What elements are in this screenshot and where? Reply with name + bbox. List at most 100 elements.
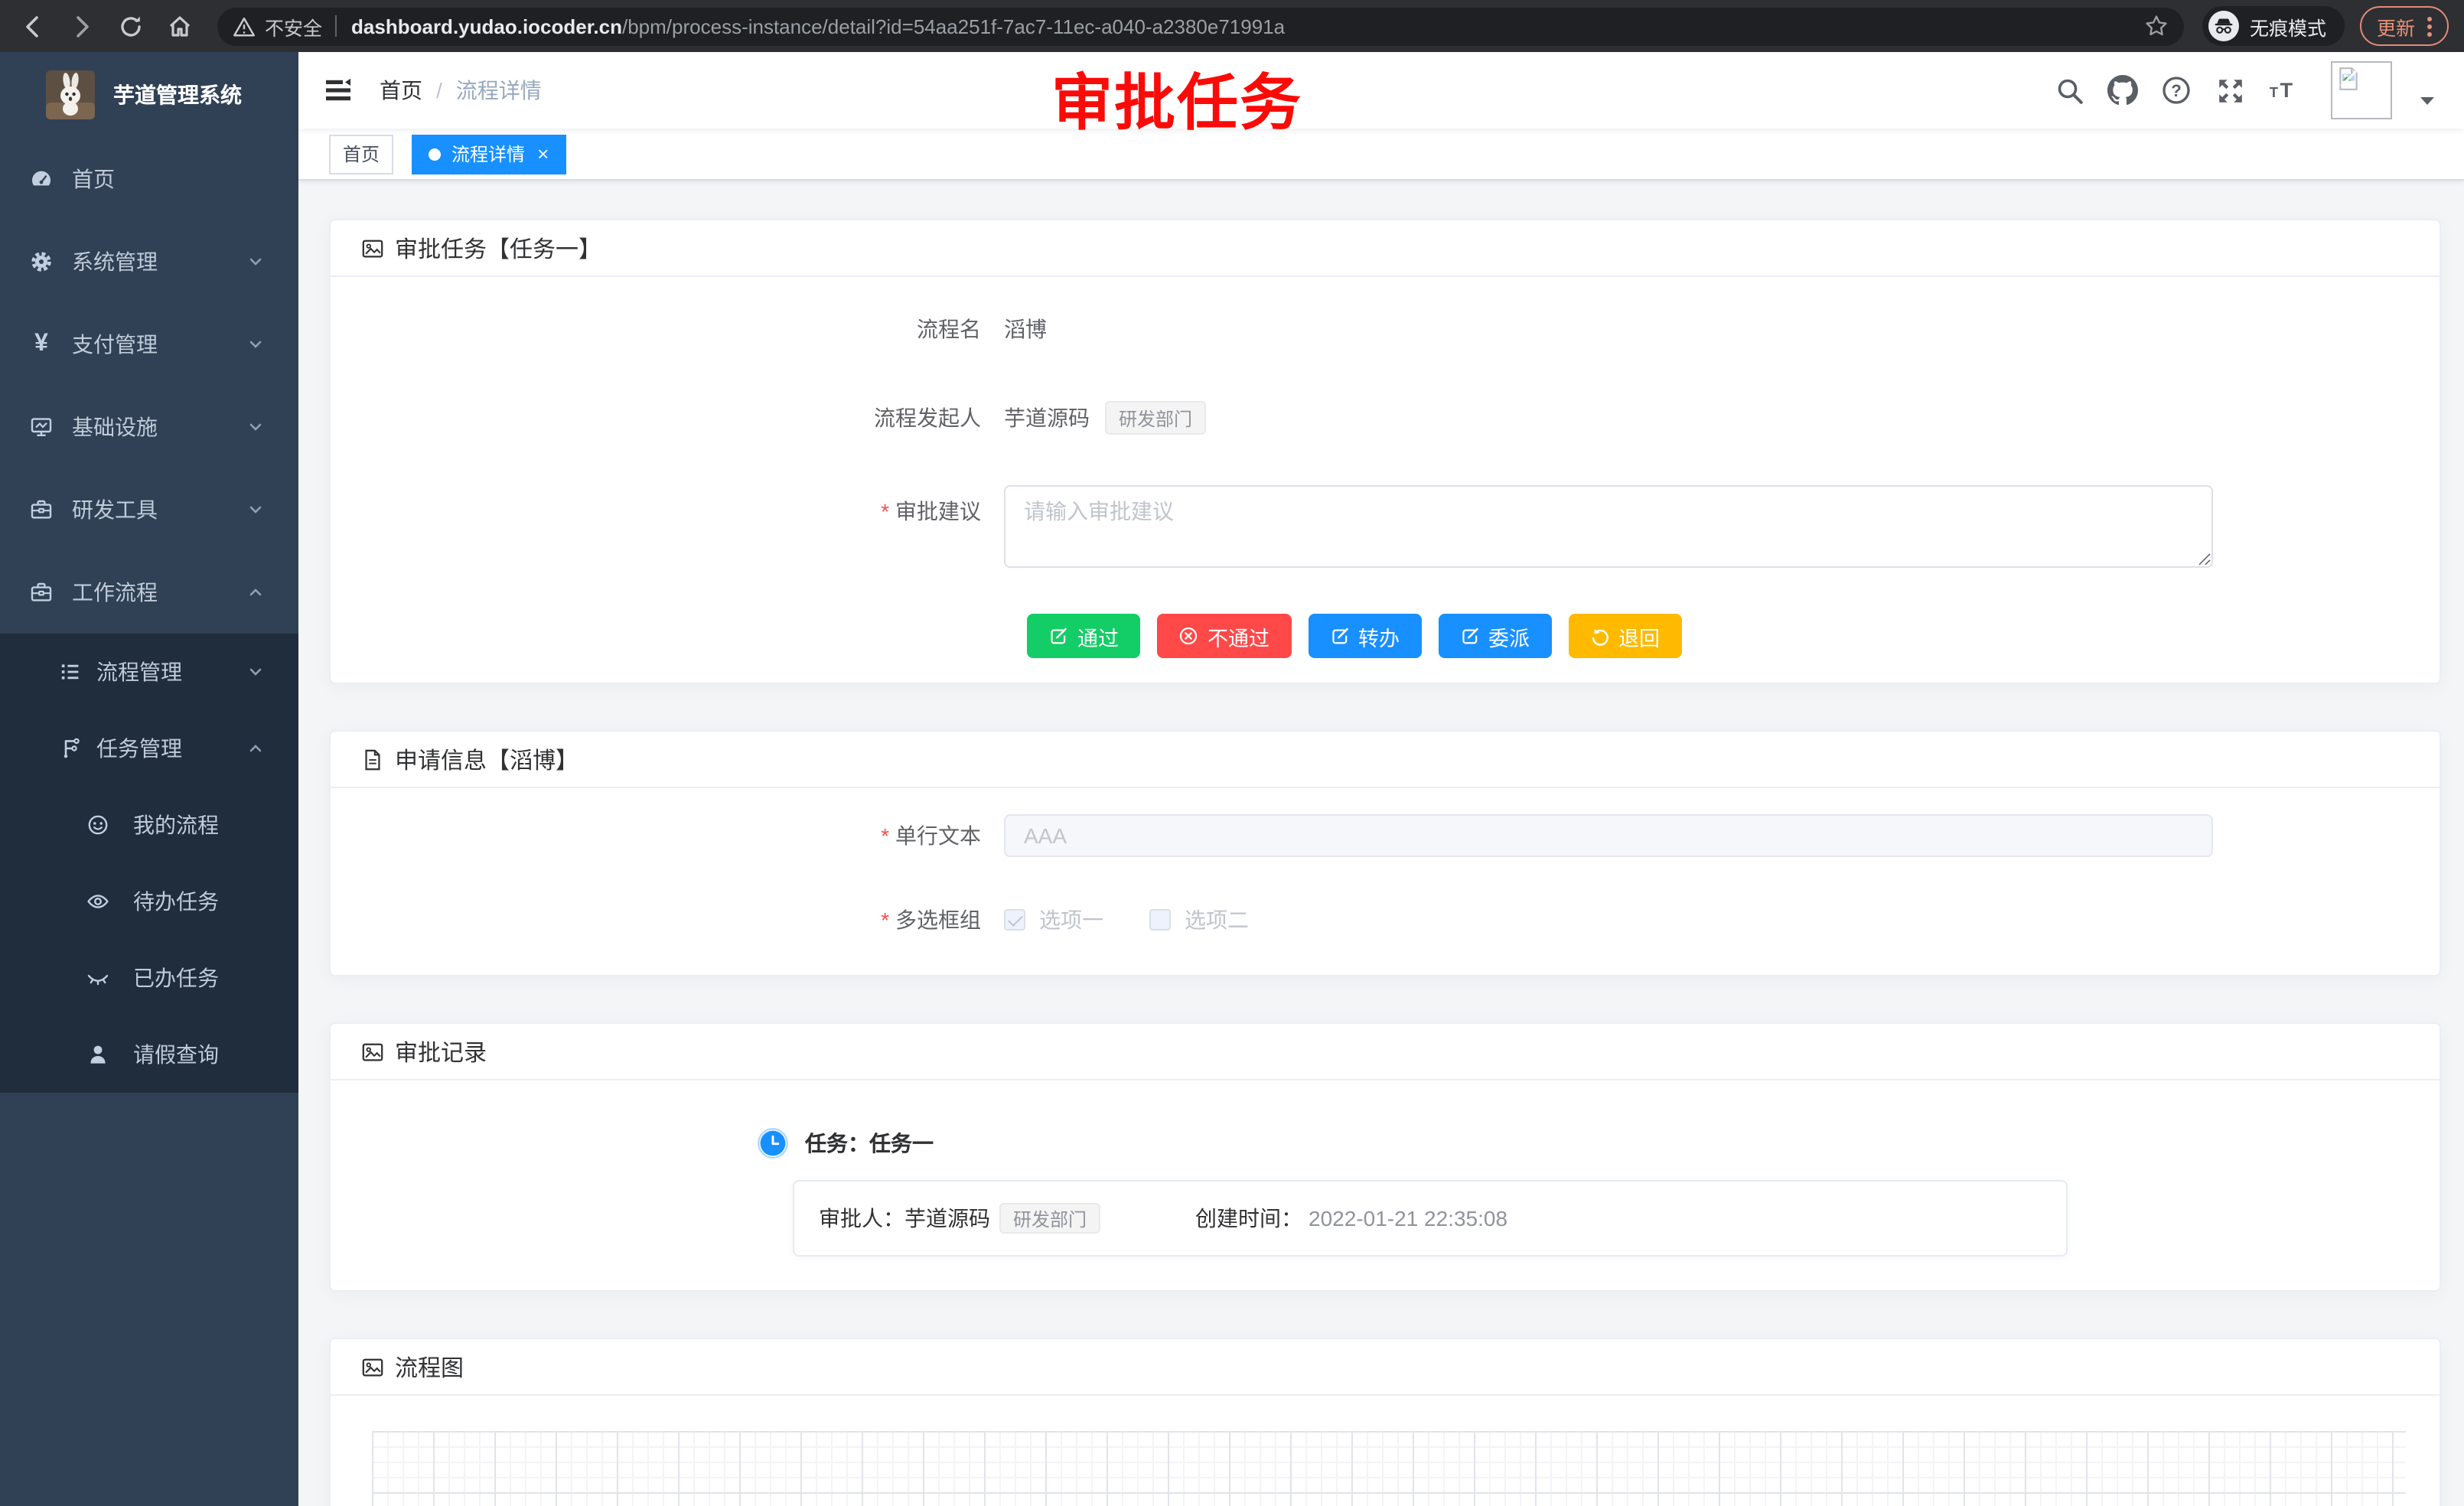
edit-icon — [1459, 626, 1479, 646]
sidebar-item-task-management[interactable]: 任务管理 — [0, 710, 298, 787]
sidebar-item-label: 流程管理 — [96, 657, 182, 687]
search-icon[interactable] — [2054, 75, 2084, 106]
required-asterisk: * — [881, 823, 889, 848]
browser-update-button[interactable]: 更新 — [2360, 6, 2449, 46]
omnibox-divider — [334, 15, 336, 37]
required-asterisk: * — [881, 908, 889, 932]
sidebar-item-label: 任务管理 — [96, 733, 182, 764]
sidebar-item-infrastructure[interactable]: 基础设施 — [0, 386, 298, 468]
sidebar-item-workflow[interactable]: 工作流程 — [0, 551, 298, 634]
chevron-down-icon — [246, 335, 265, 354]
sidebar-item-process-management[interactable]: 流程管理 — [0, 634, 298, 710]
app-title: 芋道管理系统 — [113, 80, 242, 110]
chevron-down-icon — [246, 253, 265, 271]
active-tag-dot — [429, 148, 441, 160]
document-icon — [361, 748, 384, 771]
checkbox-option-2[interactable]: 选项二 — [1149, 905, 1249, 935]
sidebar-item-label: 基础设施 — [72, 412, 158, 442]
checkbox-unchecked-icon — [1149, 909, 1171, 931]
help-icon[interactable]: ? — [2161, 75, 2192, 106]
chevron-down-icon — [246, 663, 265, 681]
top-navbar: 首页 / 流程详情 审批任务 ? — [298, 52, 2464, 129]
tags-view: 首页 流程详情 × — [298, 129, 2464, 181]
sidebar-item-label: 待办任务 — [133, 886, 219, 917]
approval-task-card: 审批任务【任务一】 流程名 滔博 流程发起人 芋道源码 研发部门 — [329, 219, 2441, 684]
avatar[interactable] — [2331, 61, 2392, 119]
browser-menu-icon[interactable] — [2427, 16, 2432, 36]
checkbox-group-label: *多选框组 — [331, 905, 1004, 935]
tag-home[interactable]: 首页 — [329, 134, 393, 174]
clock-icon — [758, 1128, 788, 1159]
tag-close-icon[interactable]: × — [537, 144, 549, 164]
face-icon — [86, 813, 110, 837]
page-url: dashboard.yudao.iocoder.cn/bpm/process-i… — [351, 15, 2144, 37]
breadcrumb: 首页 / 流程详情 — [380, 75, 542, 106]
transfer-button[interactable]: 转办 — [1308, 614, 1421, 658]
sidebar: 芋道管理系统 首页 系统管理 ¥ 支付 — [0, 52, 298, 1506]
checkbox-group: 选项一 选项二 — [1004, 905, 1249, 935]
list-tree-icon — [58, 660, 83, 684]
app-logo — [46, 70, 95, 119]
checkbox-group-row: *多选框组 选项一 选项二 — [331, 905, 2440, 975]
sidebar-item-dev-tools[interactable]: 研发工具 — [0, 468, 298, 551]
advice-label: *审批建议 — [331, 485, 1004, 526]
browser-home-button[interactable] — [159, 6, 199, 46]
sidebar-item-home[interactable]: 首页 — [0, 138, 298, 220]
card-title: 审批记录 — [395, 1035, 487, 1068]
sidebar-item-my-process[interactable]: 我的流程 — [0, 787, 298, 863]
toolbox-icon — [29, 580, 54, 605]
browser-back-button[interactable] — [12, 6, 52, 46]
font-size-icon[interactable]: TT — [2268, 75, 2299, 106]
process-name-label: 流程名 — [331, 314, 1004, 344]
sidebar-menu: 首页 系统管理 ¥ 支付管理 — [0, 138, 298, 1093]
address-bar[interactable]: 不安全 dashboard.yudao.iocoder.cn/bpm/proce… — [217, 7, 2184, 45]
security-warning-icon — [233, 15, 256, 37]
security-label: 不安全 — [265, 11, 322, 41]
incognito-label: 无痕模式 — [2250, 11, 2326, 41]
return-button[interactable]: 退回 — [1568, 614, 1681, 658]
chevron-up-icon — [246, 739, 265, 758]
process-name-row: 流程名 滔博 — [331, 308, 2440, 350]
reject-button[interactable]: 不通过 — [1157, 614, 1291, 658]
tag-process-detail[interactable]: 流程详情 × — [412, 134, 565, 174]
browser-forward-button[interactable] — [61, 6, 101, 46]
toolbox-icon — [29, 497, 54, 522]
fullscreen-icon[interactable] — [2215, 75, 2245, 106]
sidebar-item-system[interactable]: 系统管理 — [0, 220, 298, 303]
bpmn-diagram-canvas[interactable] — [372, 1431, 2406, 1506]
sidebar-item-todo-tasks[interactable]: 待办任务 — [0, 863, 298, 940]
browser-reload-button[interactable] — [110, 6, 150, 46]
sidebar-item-payment[interactable]: ¥ 支付管理 — [0, 303, 298, 386]
single-line-text-input[interactable] — [1004, 814, 2213, 857]
breadcrumb-home[interactable]: 首页 — [380, 75, 422, 106]
github-icon[interactable] — [2107, 75, 2138, 106]
app-logo-row[interactable]: 芋道管理系统 — [0, 52, 298, 138]
picture-icon — [361, 1355, 384, 1378]
sidebar-item-leave-query[interactable]: 请假查询 — [0, 1016, 298, 1093]
sidebar-item-label: 已办任务 — [133, 963, 219, 993]
advice-row: *审批建议 — [331, 485, 2440, 568]
bookmark-star-icon[interactable] — [2144, 14, 2169, 38]
advice-textarea[interactable] — [1004, 485, 2213, 568]
checkbox-option-1[interactable]: 选项一 — [1004, 905, 1103, 935]
edit-icon — [1329, 626, 1349, 646]
text-field-label: *单行文本 — [331, 820, 1004, 851]
chevron-down-icon — [246, 500, 265, 519]
picture-icon — [361, 1040, 384, 1063]
card-title: 流程图 — [395, 1351, 464, 1383]
approver-value: 芋道源码 — [904, 1203, 990, 1234]
approval-actions: 通过 不通过 转办 委 — [1027, 614, 2440, 683]
delegate-button[interactable]: 委派 — [1438, 614, 1551, 658]
circle-close-icon — [1178, 626, 1198, 646]
dashboard-icon — [29, 167, 54, 191]
breadcrumb-separator: / — [436, 78, 442, 103]
avatar-caret-icon[interactable] — [2418, 95, 2436, 107]
sidebar-item-done-tasks[interactable]: 已办任务 — [0, 940, 298, 1016]
svg-text:?: ? — [2171, 81, 2182, 100]
sidebar-item-label: 研发工具 — [72, 494, 158, 525]
initiator-dept-tag: 研发部门 — [1105, 401, 1206, 435]
approve-button[interactable]: 通过 — [1027, 614, 1140, 658]
svg-text:T: T — [2280, 78, 2293, 102]
sidebar-collapse-button[interactable] — [321, 73, 355, 107]
sidebar-item-label: 支付管理 — [72, 329, 158, 360]
